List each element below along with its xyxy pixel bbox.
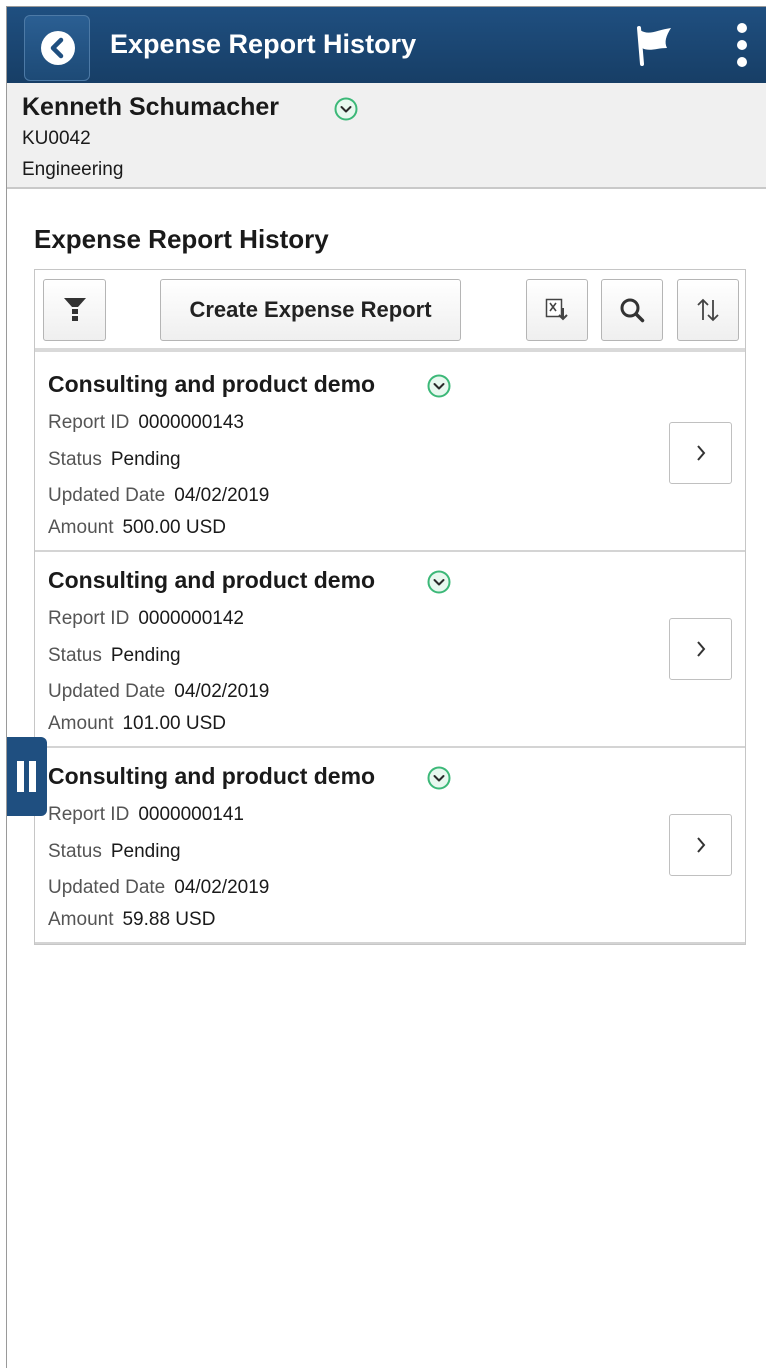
updated-date-label: Updated Date (48, 877, 166, 898)
report-id-label: Report ID (48, 412, 130, 433)
open-report-button[interactable] (669, 618, 732, 680)
list-item[interactable]: Consulting and product demo Report ID 000… (35, 552, 745, 748)
report-title: Consulting and product demo (48, 567, 376, 593)
list-item[interactable]: Consulting and product demo Report ID 000… (35, 748, 745, 944)
amount-label: Amount (48, 713, 114, 734)
employee-id: KU0042 (22, 128, 91, 149)
grid-toolbar: Create Expense Report (35, 270, 745, 352)
updated-date-field: Updated Date 04/02/2019 (48, 877, 269, 899)
list-item[interactable]: Consulting and product demo Report ID 000… (35, 356, 745, 552)
back-icon (41, 31, 75, 65)
employee-name: Kenneth Schumacher (22, 93, 280, 121)
status-field: Status Pending (48, 449, 181, 471)
updated-date-label: Updated Date (48, 681, 166, 702)
updated-date-label: Updated Date (48, 485, 166, 506)
side-panel-toggle[interactable] (7, 737, 47, 816)
amount-field: Amount 101.00 USD (48, 713, 226, 735)
status-value: Pending (110, 449, 181, 470)
status-field: Status Pending (48, 841, 181, 863)
status-value: Pending (110, 841, 181, 862)
chevron-down-icon[interactable] (427, 374, 451, 403)
amount-label: Amount (48, 517, 114, 538)
flag-icon[interactable] (633, 24, 677, 73)
chevron-down-icon[interactable] (427, 766, 451, 795)
status-label: Status (48, 449, 102, 470)
report-id-label: Report ID (48, 804, 130, 825)
more-options-icon[interactable] (735, 21, 749, 74)
amount-value: 500.00 USD (122, 517, 226, 538)
updated-date-value: 04/02/2019 (174, 877, 270, 898)
report-id-label: Report ID (48, 608, 130, 629)
open-report-button[interactable] (669, 814, 732, 876)
sort-button[interactable] (677, 279, 739, 341)
amount-field: Amount 59.88 USD (48, 909, 215, 931)
create-expense-report-button[interactable]: Create Expense Report (160, 279, 461, 341)
report-title: Consulting and product demo (48, 763, 376, 789)
section-title: Expense Report History (34, 224, 329, 254)
updated-date-value: 04/02/2019 (174, 681, 270, 702)
back-button[interactable] (24, 15, 90, 81)
filter-button[interactable] (43, 279, 106, 341)
report-id-value: 0000000142 (138, 608, 244, 629)
status-label: Status (48, 645, 102, 666)
amount-value: 101.00 USD (122, 713, 226, 734)
page-title: Expense Report History (110, 29, 417, 59)
report-id-field: Report ID 0000000143 (48, 412, 244, 434)
status-label: Status (48, 841, 102, 862)
employee-info-bar: Kenneth Schumacher KU0042 Engineering (7, 83, 766, 189)
report-title: Consulting and product demo (48, 371, 376, 397)
search-button[interactable] (601, 279, 663, 341)
chevron-down-icon[interactable] (334, 97, 358, 126)
updated-date-value: 04/02/2019 (174, 485, 270, 506)
open-report-button[interactable] (669, 422, 732, 484)
updated-date-field: Updated Date 04/02/2019 (48, 681, 269, 703)
expense-report-grid: Create Expense Report Consulting and pro… (34, 269, 746, 945)
amount-field: Amount 500.00 USD (48, 517, 226, 539)
report-id-value: 0000000143 (138, 412, 244, 433)
amount-label: Amount (48, 909, 114, 930)
pause-icon-bar-left (17, 761, 24, 792)
employee-department: Engineering (22, 159, 124, 180)
excel-export-button[interactable] (526, 279, 588, 341)
updated-date-field: Updated Date 04/02/2019 (48, 485, 269, 507)
report-id-field: Report ID 0000000141 (48, 804, 244, 826)
status-field: Status Pending (48, 645, 181, 667)
status-value: Pending (110, 645, 181, 666)
header-bar: Expense Report History (7, 7, 766, 83)
pause-icon-bar-right (29, 761, 36, 792)
chevron-down-icon[interactable] (427, 570, 451, 599)
report-id-value: 0000000141 (138, 804, 244, 825)
report-id-field: Report ID 0000000142 (48, 608, 244, 630)
amount-value: 59.88 USD (122, 909, 216, 930)
